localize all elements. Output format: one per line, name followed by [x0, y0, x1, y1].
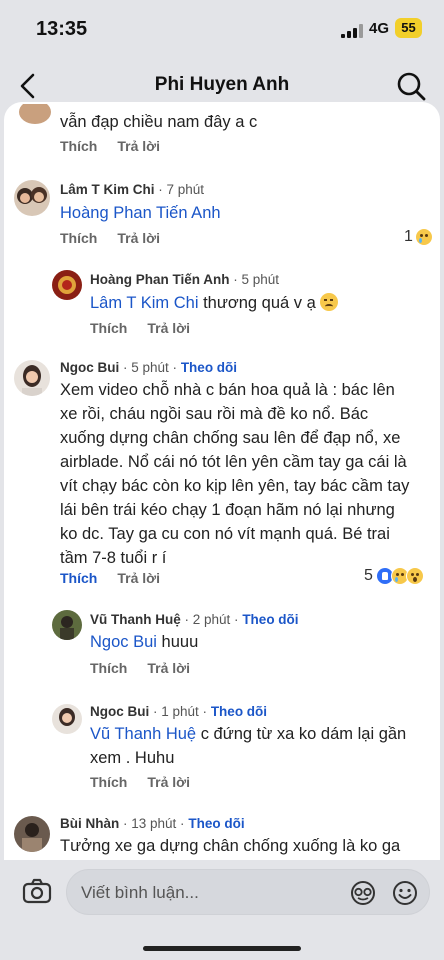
comment-author-line: Ngoc Bui · 1 phút · Theo dõi	[90, 704, 267, 719]
comment-author[interactable]: Hoàng Phan Tiến Anh	[90, 272, 230, 287]
reply-item: Vũ Thanh Huệ · 2 phút · Theo dõi Ngoc Bu…	[4, 604, 440, 690]
avatar	[52, 270, 82, 300]
comment-time: · 7 phút	[158, 182, 205, 197]
like-button[interactable]: Thích	[90, 774, 127, 790]
comment-actions: Thích Trả lời	[60, 138, 160, 154]
like-button[interactable]: Thích	[90, 660, 127, 676]
follow-link[interactable]: Theo dõi	[211, 704, 267, 719]
reply-button[interactable]: Trả lời	[147, 660, 190, 676]
avatar-sticker-icon[interactable]	[350, 880, 376, 906]
comment-text: vẫn đạp chiều nam đây a c	[60, 113, 258, 131]
comment-actions: Thích Trả lời	[90, 320, 190, 336]
comment-author[interactable]: Ngoc Bui	[60, 360, 119, 375]
avatar	[19, 104, 51, 124]
home-indicator	[143, 946, 301, 951]
comment-time: · 5 phút ·	[123, 360, 178, 375]
comment-text: Xem video chỗ nhà c bán hoa quả là : bác…	[60, 378, 434, 570]
comment-line: airblade. Nổ cái nó tót lên yên cầm tay …	[60, 453, 407, 471]
comment-item: Bùi Nhàn · 13 phút · Theo dõi Tưởng xe g…	[4, 808, 440, 860]
comment-time: · 2 phút ·	[184, 612, 239, 627]
reply-item: Ngoc Bui · 1 phút · Theo dõi Vũ Thanh Hu…	[4, 696, 440, 800]
comments-sheet[interactable]: vẫn đạp chiều nam đây a c Thích Trả lời L…	[4, 102, 440, 860]
comment-actions: Thích Trả lời	[90, 774, 190, 790]
comment-author[interactable]: Vũ Thanh Huệ	[90, 612, 181, 627]
reply-item: Hoàng Phan Tiến Anh · 5 phút Lâm T Kim C…	[4, 264, 440, 344]
follow-link[interactable]: Theo dõi	[181, 360, 237, 375]
status-bar: 13:35 4G 55	[0, 0, 444, 60]
comment-line: Xem video chỗ nhà c bán hoa quả là : bác…	[60, 381, 395, 399]
reaction-summary[interactable]: 5	[364, 567, 424, 585]
comment-item: Ngoc Bui · 5 phút · Theo dõi Xem video c…	[4, 352, 440, 592]
pensive-emoji-icon	[319, 293, 338, 311]
mention-link[interactable]: Ngoc Bui	[90, 633, 157, 651]
page-title: Phi Huyen Anh	[154, 74, 290, 95]
battery-icon: 55	[395, 18, 422, 38]
reply-button[interactable]: Trả lời	[117, 570, 160, 586]
avatar	[14, 180, 50, 216]
reaction-count: 1	[404, 228, 413, 245]
reply-button[interactable]: Trả lời	[117, 138, 160, 154]
wow-reaction-icon	[405, 567, 424, 585]
comment-author[interactable]: Bùi Nhàn	[60, 816, 119, 831]
comment-line: vít chạy bác còn ko kịp lên yên, tay bác…	[60, 477, 410, 495]
comment-line: xe rồi, cháu ngồi sau rồi mà đề ko nổ. B…	[60, 405, 369, 423]
comment-time: · 1 phút ·	[153, 704, 208, 719]
avatar	[14, 816, 50, 852]
comment-author[interactable]: Lâm T Kim Chi	[60, 182, 155, 197]
comment-text-body: c đứng từ xa ko dám lại gần	[196, 725, 407, 743]
comment-composer: Viết bình luận...	[0, 860, 444, 960]
like-button[interactable]: Thích	[60, 138, 97, 154]
comment-author[interactable]: Ngoc Bui	[90, 704, 149, 719]
reaction-summary[interactable]: 1	[404, 228, 433, 246]
comment-author-line: Lâm T Kim Chi · 7 phút	[60, 182, 204, 197]
comment-author-line: Ngoc Bui · 5 phút · Theo dõi	[60, 360, 237, 375]
comment-actions: Thích Trả lời	[60, 230, 160, 246]
emoji-icon[interactable]	[392, 880, 418, 906]
reaction-count: 5	[364, 567, 373, 584]
signal-icon	[341, 24, 365, 38]
mention-link[interactable]: Lâm T Kim Chi	[90, 294, 199, 312]
network-label: 4G	[369, 20, 390, 37]
avatar	[14, 360, 50, 396]
comment-line: ko dc. Tay ga cu con nó vít mạnh quá. Bé…	[60, 525, 390, 543]
comment-item: vẫn đạp chiều nam đây a c Thích Trả lời	[4, 102, 440, 162]
comment-author-line: Hoàng Phan Tiến Anh · 5 phút	[90, 272, 279, 287]
comment-actions: Thích Trả lời	[60, 570, 160, 586]
avatar	[52, 704, 82, 734]
comment-text: Hoàng Phan Tiến Anh	[60, 201, 221, 225]
comment-author-line: Vũ Thanh Huệ · 2 phút · Theo dõi	[90, 612, 299, 627]
comment-text: Lâm T Kim Chi thương quá v ạ	[90, 291, 338, 315]
avatar	[52, 610, 82, 640]
comment-item: Lâm T Kim Chi · 7 phút Hoàng Phan Tiến A…	[4, 174, 440, 254]
comment-author-line: Bùi Nhàn · 13 phút · Theo dõi	[60, 816, 245, 831]
comment-text-body: thương quá v ạ	[198, 294, 316, 312]
follow-link[interactable]: Theo dõi	[188, 816, 244, 831]
reply-button[interactable]: Trả lời	[147, 774, 190, 790]
comment-line: xuống dựng chân chống sau lên để đạp nổ,…	[60, 429, 401, 447]
reply-button[interactable]: Trả lời	[117, 230, 160, 246]
reply-button[interactable]: Trả lời	[147, 320, 190, 336]
comment-text: Vũ Thanh Huệ c đứng từ xa ko dám lại gần…	[90, 722, 436, 770]
comment-input-placeholder: Viết bình luận...	[81, 883, 199, 902]
comment-text-body: huuu	[156, 633, 199, 651]
sad-reaction-icon	[414, 228, 433, 246]
like-button[interactable]: Thích	[90, 320, 127, 336]
comment-time: · 5 phút	[233, 272, 280, 287]
mention-link[interactable]: Hoàng Phan Tiến Anh	[60, 204, 221, 222]
search-icon[interactable]	[395, 70, 427, 102]
follow-link[interactable]: Theo dõi	[242, 612, 298, 627]
like-button[interactable]: Thích	[60, 230, 97, 246]
comment-text: Ngoc Bui huuu	[90, 630, 198, 654]
status-time: 13:35	[36, 18, 88, 40]
like-button[interactable]: Thích	[60, 570, 97, 586]
comment-time: · 13 phút ·	[123, 816, 185, 831]
camera-icon[interactable]	[22, 878, 52, 904]
comment-line: lái bên trái kéo chạy 1 đoạn hãm nó lại …	[60, 501, 395, 519]
comment-actions: Thích Trả lời	[90, 660, 190, 676]
comment-line: xem . Huhu	[90, 749, 175, 767]
mention-link[interactable]: Vũ Thanh Huệ	[90, 725, 196, 743]
comment-text: Tưởng xe ga dựng chân chống xuống là ko …	[60, 837, 401, 855]
comment-input[interactable]: Viết bình luận...	[66, 869, 430, 915]
